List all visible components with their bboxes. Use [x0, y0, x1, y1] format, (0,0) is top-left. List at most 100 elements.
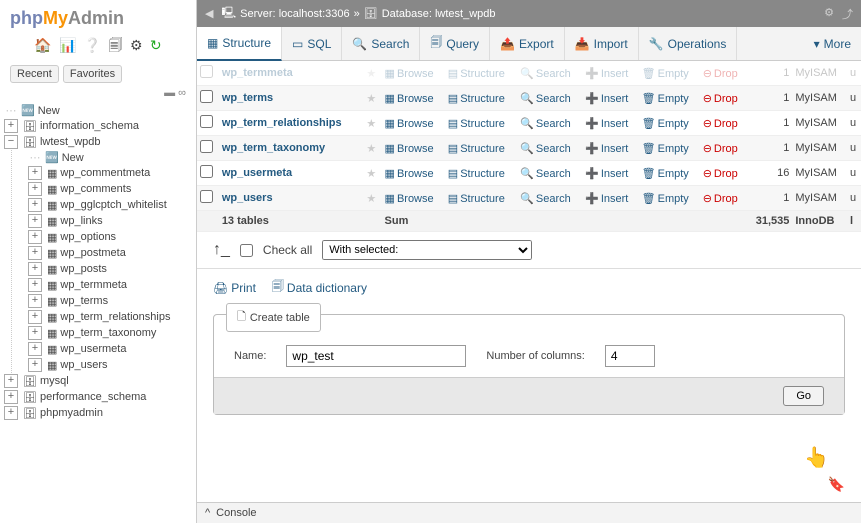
topnav-query[interactable]: 🗐Query [420, 27, 490, 60]
drop-action[interactable]: ⊖Drop [700, 86, 747, 111]
row-checkbox[interactable] [200, 115, 213, 128]
table-wp_users[interactable]: +▦wp_users [28, 357, 192, 373]
search-action[interactable]: 🔍Search [517, 86, 582, 111]
structure-action[interactable]: ▤Structure [445, 186, 517, 211]
row-checkbox[interactable] [200, 190, 213, 203]
table-name-link[interactable]: wp_users [219, 186, 364, 211]
table-wp_gglcptch_whitelist[interactable]: +▦wp_gglcptch_whitelist [28, 197, 192, 213]
insert-action[interactable]: ➕Insert [582, 136, 639, 161]
table-name-link[interactable]: wp_usermeta [219, 161, 364, 186]
bc-server-link[interactable]: localhost:3306 [279, 8, 350, 20]
expand-icon[interactable]: + [28, 182, 42, 196]
empty-action[interactable]: 🗑Empty [639, 86, 700, 111]
empty-action[interactable]: 🗑Empty [639, 61, 700, 86]
expand-icon[interactable]: + [28, 198, 42, 212]
expand-icon[interactable]: + [28, 262, 42, 276]
collapse-toggle[interactable]: ▬ ∞ [0, 87, 196, 103]
structure-action[interactable]: ▤Structure [445, 161, 517, 186]
collapse-left-icon[interactable]: ◀ [205, 7, 213, 20]
console-bar[interactable]: ^ Console [197, 502, 861, 523]
expand-icon[interactable]: + [4, 390, 18, 404]
insert-action[interactable]: ➕Insert [582, 86, 639, 111]
db-information_schema[interactable]: +🗄information_schema [4, 118, 192, 134]
tab-recent[interactable]: Recent [10, 65, 59, 83]
tab-favorites[interactable]: Favorites [63, 65, 122, 83]
data-dictionary-link[interactable]: 🗐Data dictionary [272, 277, 367, 298]
drop-action[interactable]: ⊖Drop [700, 61, 747, 86]
table-name-link[interactable]: wp_term_taxonomy [219, 136, 364, 161]
search-action[interactable]: 🔍Search [517, 161, 582, 186]
expand-icon[interactable]: + [28, 230, 42, 244]
drop-action[interactable]: ⊖Drop [700, 186, 747, 211]
home-icon[interactable]: 🏠 [34, 37, 51, 53]
tree-new-table[interactable]: ⋯🆕New [28, 150, 192, 165]
drop-action[interactable]: ⊖Drop [700, 136, 747, 161]
browse-action[interactable]: ▦Browse [382, 161, 445, 186]
table-name-link[interactable]: wp_termmeta [219, 61, 364, 86]
expand-icon[interactable]: + [28, 214, 42, 228]
checkall-label[interactable]: Check all [263, 243, 312, 257]
checkall-checkbox[interactable] [240, 244, 253, 257]
logo[interactable]: phpMyAdmin [0, 0, 196, 33]
table-wp_term_relationships[interactable]: +▦wp_term_relationships [28, 309, 192, 325]
drop-action[interactable]: ⊖Drop [700, 111, 747, 136]
star-icon[interactable]: ★ [363, 111, 381, 136]
expand-icon[interactable]: + [28, 310, 42, 324]
insert-action[interactable]: ➕Insert [582, 111, 639, 136]
row-checkbox[interactable] [200, 90, 213, 103]
structure-action[interactable]: ▤Structure [445, 111, 517, 136]
table-wp_comments[interactable]: +▦wp_comments [28, 181, 192, 197]
topnav-import[interactable]: 📥Import [565, 27, 639, 60]
browse-action[interactable]: ▦Browse [382, 61, 445, 86]
browse-action[interactable]: ▦Browse [382, 86, 445, 111]
table-name-link[interactable]: wp_terms [219, 86, 364, 111]
browse-action[interactable]: ▦Browse [382, 136, 445, 161]
db-mysql[interactable]: +🗄mysql [4, 373, 192, 389]
star-icon[interactable]: ★ [363, 161, 381, 186]
empty-action[interactable]: 🗑Empty [639, 136, 700, 161]
chevron-up-icon[interactable]: ^ [205, 507, 210, 519]
star-icon[interactable]: ★ [363, 136, 381, 161]
with-selected-dropdown[interactable]: With selected: [322, 240, 532, 260]
exit-icon[interactable]: ⤴ [842, 6, 853, 22]
table-wp_usermeta[interactable]: +▦wp_usermeta [28, 341, 192, 357]
expand-icon[interactable]: + [4, 406, 18, 420]
row-checkbox[interactable] [200, 140, 213, 153]
expand-icon[interactable]: + [28, 166, 42, 180]
bookmark-icon[interactable]: 🔖 [828, 476, 845, 493]
expand-icon[interactable]: + [28, 294, 42, 308]
insert-action[interactable]: ➕Insert [582, 186, 639, 211]
table-wp_postmeta[interactable]: +▦wp_postmeta [28, 245, 192, 261]
expand-icon[interactable]: + [28, 326, 42, 340]
reload-icon[interactable]: ↻ [150, 37, 162, 53]
star-icon[interactable]: ★ [363, 61, 381, 86]
empty-action[interactable]: 🗑Empty [639, 111, 700, 136]
expand-icon[interactable]: + [4, 374, 18, 388]
table-name-input[interactable] [286, 345, 466, 367]
table-name-link[interactable]: wp_term_relationships [219, 111, 364, 136]
star-icon[interactable]: ★ [363, 86, 381, 111]
bc-db-link[interactable]: lwtest_wpdb [435, 8, 496, 20]
search-action[interactable]: 🔍Search [517, 61, 582, 86]
topnav-structure[interactable]: ▦Structure [197, 27, 282, 61]
sql-icon[interactable]: 🗐 [109, 37, 123, 53]
topnav-search[interactable]: 🔍Search [342, 27, 420, 60]
insert-action[interactable]: ➕Insert [582, 161, 639, 186]
db-phpmyadmin[interactable]: +🗄phpmyadmin [4, 405, 192, 421]
expand-icon[interactable]: + [28, 342, 42, 356]
expand-icon[interactable]: + [28, 358, 42, 372]
db-lwtest_wpdb[interactable]: −🗄lwtest_wpdb [4, 134, 192, 150]
table-wp_terms[interactable]: +▦wp_terms [28, 293, 192, 309]
search-action[interactable]: 🔍Search [517, 136, 582, 161]
drop-action[interactable]: ⊖Drop [700, 161, 747, 186]
table-wp_posts[interactable]: +▦wp_posts [28, 261, 192, 277]
table-wp_links[interactable]: +▦wp_links [28, 213, 192, 229]
structure-action[interactable]: ▤Structure [445, 136, 517, 161]
star-icon[interactable]: ★ [363, 186, 381, 211]
structure-action[interactable]: ▤Structure [445, 61, 517, 86]
expand-icon[interactable]: + [28, 278, 42, 292]
table-wp_commentmeta[interactable]: +▦wp_commentmeta [28, 165, 192, 181]
expand-icon[interactable]: + [28, 246, 42, 260]
tree-new[interactable]: ⋯🆕 New [4, 103, 192, 118]
db-performance_schema[interactable]: +🗄performance_schema [4, 389, 192, 405]
